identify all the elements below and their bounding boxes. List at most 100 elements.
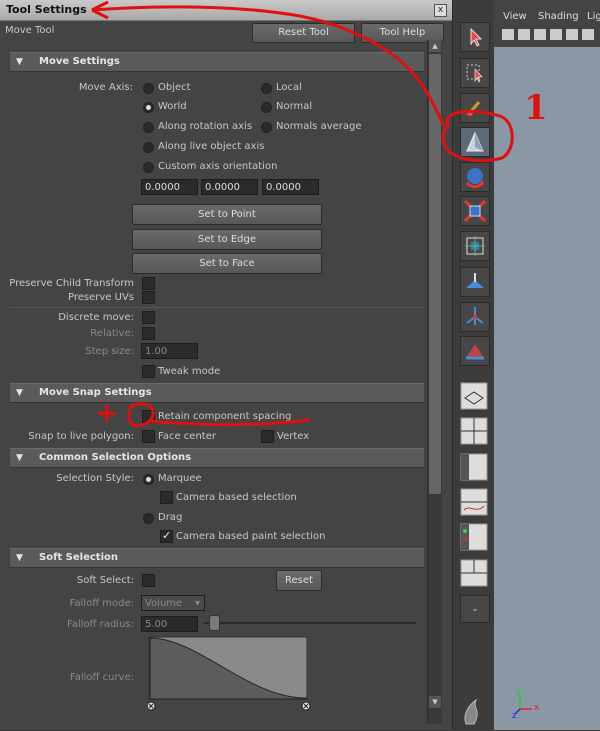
- section-title: Soft Selection: [39, 552, 119, 563]
- soft-mod-icon[interactable]: [460, 267, 490, 297]
- layout-four-icon[interactable]: [460, 417, 488, 447]
- scale-tool-icon[interactable]: [460, 196, 490, 226]
- radio-custom-axis-label: Custom axis orientation: [158, 161, 278, 172]
- soft-selection-header[interactable]: ▼ Soft Selection: [10, 548, 424, 568]
- shading-menu[interactable]: Shading: [538, 11, 579, 22]
- divider: [10, 307, 424, 308]
- tool-settings-title-bar[interactable]: Tool Settings x: [0, 0, 452, 21]
- scroll-thumb[interactable]: [429, 54, 441, 494]
- falloff-mode-value: Volume: [145, 598, 183, 609]
- orientation-y-field[interactable]: 0.0000: [201, 179, 258, 195]
- tool-name: Move Tool: [5, 25, 55, 36]
- orientation-z-field[interactable]: 0.0000: [262, 179, 319, 195]
- soft-select-reset-button[interactable]: Reset: [276, 570, 322, 591]
- layout-single-icon[interactable]: [460, 382, 488, 412]
- reset-tool-button[interactable]: Reset Tool: [252, 23, 355, 43]
- curve-point-end-icon[interactable]: [301, 701, 311, 711]
- preserve-child-transform-checkbox[interactable]: [142, 277, 155, 290]
- radio-drag[interactable]: [143, 513, 154, 524]
- set-to-face-button[interactable]: Set to Face: [132, 253, 322, 274]
- radio-object[interactable]: [143, 83, 154, 94]
- falloff-radius-field[interactable]: 5.00: [141, 616, 198, 632]
- radio-normals-average[interactable]: [261, 122, 272, 133]
- view-menu[interactable]: View: [503, 11, 527, 22]
- collapse-triangle-icon: ▼: [16, 453, 23, 463]
- layout-graph-icon[interactable]: [460, 488, 488, 518]
- camera-based-selection-label: Camera based selection: [176, 492, 297, 503]
- radio-custom-axis-orientation[interactable]: [143, 162, 154, 173]
- preserve-uvs-checkbox[interactable]: [142, 291, 155, 304]
- manipulator-icon[interactable]: [460, 231, 490, 261]
- scroll-up-icon[interactable]: ▲: [429, 40, 441, 52]
- lighting-menu[interactable]: Lig: [587, 11, 600, 22]
- radio-world-label: World: [158, 101, 187, 112]
- orientation-x-field[interactable]: 0.0000: [141, 179, 198, 195]
- layout-custom-icon[interactable]: [460, 559, 488, 589]
- retain-component-spacing-label: Retain component spacing: [158, 411, 292, 422]
- rotate-tool-icon[interactable]: [460, 162, 490, 192]
- set-to-point-button[interactable]: Set to Point: [132, 204, 322, 225]
- soft-select-checkbox[interactable]: [142, 574, 155, 587]
- relative-checkbox[interactable]: [142, 327, 155, 340]
- preserve-child-transform-label: Preserve Child Transform: [9, 278, 134, 289]
- falloff-radius-slider[interactable]: [204, 622, 416, 624]
- vertex-checkbox[interactable]: [261, 430, 274, 443]
- camera-paint-selection-checkbox[interactable]: ✓: [160, 529, 173, 543]
- last-tool-icon[interactable]: [460, 336, 490, 366]
- move-snap-settings-header[interactable]: ▼ Move Snap Settings: [10, 383, 424, 403]
- step-size-field[interactable]: 1.00: [141, 343, 198, 359]
- layout-more-icon[interactable]: ⌄: [460, 595, 490, 623]
- move-axis-label: Move Axis:: [78, 82, 133, 93]
- step-size-label: Step size:: [85, 346, 134, 357]
- falloff-curve-label: Falloff curve:: [69, 672, 134, 683]
- lasso-tool-icon[interactable]: [460, 58, 490, 88]
- paint-select-icon[interactable]: [460, 93, 490, 123]
- checkmark-icon: ✓: [162, 529, 172, 542]
- radio-local[interactable]: [261, 83, 272, 94]
- axis-y-label: y: [516, 687, 522, 697]
- chevron-down-icon: ▾: [194, 598, 200, 609]
- camera-paint-selection-label: Camera based paint selection: [176, 531, 326, 542]
- layout-hypershade-icon[interactable]: [460, 523, 488, 553]
- face-center-checkbox[interactable]: [142, 430, 155, 443]
- snap-live-polygon-label: Snap to live polygon:: [28, 431, 134, 442]
- layout-outliner-icon[interactable]: [460, 453, 488, 483]
- radio-along-rotation-label: Along rotation axis: [158, 121, 253, 132]
- close-button[interactable]: x: [434, 4, 447, 17]
- maya-logo-icon: [460, 696, 488, 728]
- retain-component-spacing-checkbox[interactable]: [142, 410, 155, 423]
- radio-marquee[interactable]: [143, 474, 154, 485]
- discrete-move-checkbox[interactable]: [142, 311, 155, 324]
- radio-marquee-label: Marquee: [158, 473, 202, 484]
- scroll-down-icon[interactable]: ▼: [429, 696, 441, 708]
- tool-settings-panel: Move Tool Reset Tool Tool Help ▼ Move Se…: [0, 21, 452, 730]
- falloff-mode-label: Falloff mode:: [69, 598, 134, 609]
- collapse-triangle-icon: ▼: [16, 388, 23, 398]
- falloff-mode-dropdown[interactable]: Volume ▾: [141, 595, 205, 611]
- collapse-triangle-icon: ▼: [16, 553, 23, 563]
- common-selection-header[interactable]: ▼ Common Selection Options: [10, 448, 424, 468]
- axis-z-label: z: [512, 711, 517, 721]
- falloff-curve-graph[interactable]: [148, 636, 312, 712]
- camera-based-selection-checkbox[interactable]: [160, 491, 173, 504]
- vertex-label: Vertex: [277, 431, 310, 442]
- radio-along-rotation-axis[interactable]: [143, 122, 154, 133]
- radio-normal[interactable]: [261, 102, 272, 113]
- move-tool-icon[interactable]: [460, 127, 490, 157]
- show-manipulator-icon[interactable]: [460, 302, 490, 332]
- perspective-viewport[interactable]: y x z: [494, 47, 600, 730]
- move-settings-header[interactable]: ▼ Move Settings: [10, 52, 424, 72]
- radio-object-label: Object: [158, 82, 191, 93]
- axis-x-label: x: [534, 703, 540, 713]
- set-to-edge-button[interactable]: Set to Edge: [132, 229, 322, 250]
- relative-label: Relative:: [90, 328, 134, 339]
- select-tool-icon[interactable]: [460, 22, 490, 52]
- slider-handle[interactable]: [209, 615, 220, 631]
- radio-world[interactable]: [143, 102, 154, 113]
- tweak-mode-checkbox[interactable]: [142, 365, 155, 378]
- curve-point-start-icon[interactable]: [148, 701, 156, 711]
- viewport-toolbar-icons[interactable]: [502, 27, 600, 43]
- window-title: Tool Settings: [6, 3, 87, 16]
- panel-scrollbar[interactable]: ▲ ▼: [427, 40, 442, 724]
- radio-along-live-object-axis[interactable]: [143, 142, 154, 153]
